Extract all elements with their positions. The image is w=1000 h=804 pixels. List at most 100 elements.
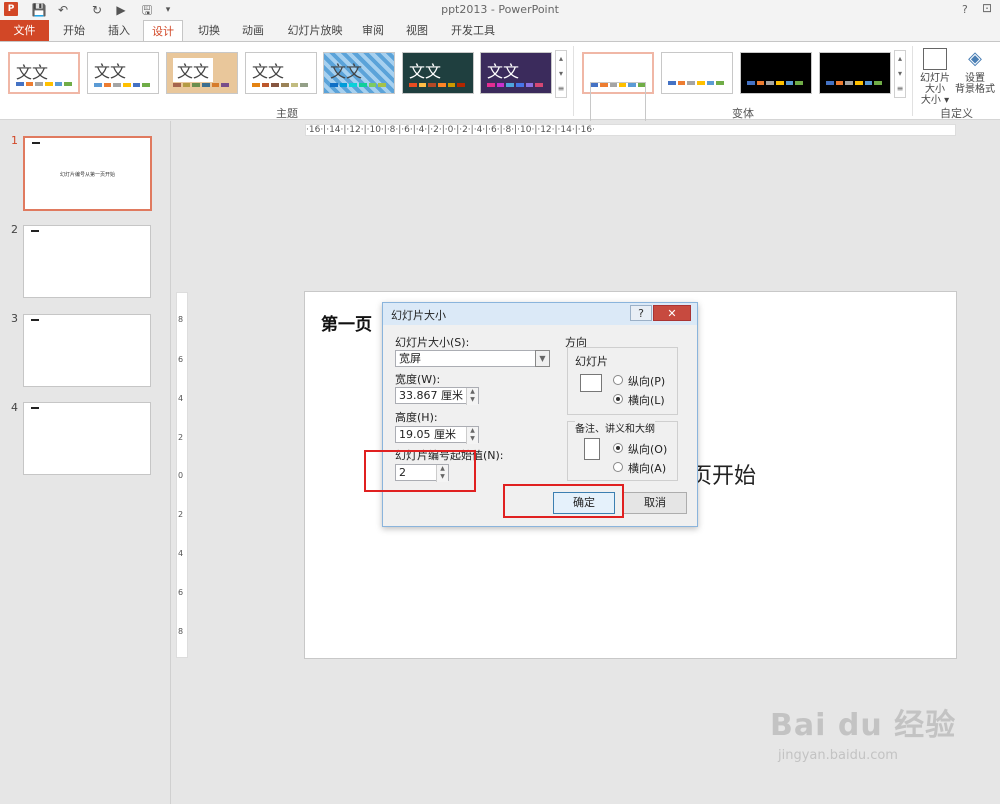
ruler-tick: 2: [178, 433, 184, 442]
slide-number: 1: [11, 134, 18, 147]
vertical-ruler: 8 6 4 2 0 2 4 6 8: [176, 292, 188, 658]
portrait-page-icon: [584, 438, 600, 460]
ribbon: 文文 文文 文文 文文 文文 文文 文文 ▴ ▾ ≡ 主题 ▴ ▾ ≡ 变体 幻…: [0, 41, 1000, 124]
landscape-page-icon: [580, 374, 602, 392]
tab-home[interactable]: 开始: [55, 20, 93, 41]
landscape-label: 横向(L): [628, 394, 665, 407]
slide-size-icon: [923, 48, 947, 70]
size-label: 幻灯片大小(S):: [395, 336, 470, 349]
ruler-tick: 2: [178, 510, 184, 519]
slide-title[interactable]: 第一页: [321, 310, 372, 335]
slide-number: 2: [11, 223, 18, 236]
ribbon-options-icon[interactable]: ⊡: [982, 1, 992, 15]
variant-4[interactable]: [819, 52, 891, 94]
watermark-brand: Bai du 经验: [770, 708, 957, 743]
ruler-tick: 6: [178, 588, 184, 597]
notes-portrait-label: 纵向(O): [628, 443, 668, 456]
variant-1[interactable]: [582, 52, 654, 124]
ruler-tick: 8: [178, 627, 184, 636]
dialog-help-button[interactable]: ?: [630, 305, 652, 321]
slide-size-button[interactable]: 幻灯片大小 大小 ▾: [918, 46, 952, 106]
format-background-button[interactable]: ◈ 设置 背景格式: [953, 46, 997, 102]
format-background-label: 设置: [965, 73, 985, 84]
tab-review[interactable]: 审阅: [356, 20, 390, 41]
theme-4[interactable]: 文文: [245, 52, 317, 94]
help-button[interactable]: ?: [962, 3, 968, 16]
slide-number: 4: [11, 401, 18, 414]
notes-orientation-label: 备注、讲义和大纲: [575, 420, 655, 435]
width-field[interactable]: 33.867 厘米 ▲ ▼: [395, 387, 479, 405]
tab-view[interactable]: 视图: [400, 20, 434, 41]
slide-thumbnail-4[interactable]: [23, 402, 151, 475]
height-field[interactable]: 19.05 厘米 ▲ ▼: [395, 426, 479, 444]
ruler-tick: 0: [178, 471, 184, 480]
height-value: 19.05 厘米: [399, 428, 456, 441]
theme-label: 文文: [173, 58, 214, 82]
theme-label: 文文: [16, 63, 49, 82]
slide-size-select[interactable]: 宽屏 ▼: [395, 350, 550, 367]
slide-body-text[interactable]: 页开始: [690, 458, 756, 490]
customize-group-label: 自定义: [940, 107, 973, 120]
highlight-start-number: [364, 450, 476, 492]
dialog-title-bar[interactable]: 幻灯片大小 ? ✕: [383, 303, 697, 325]
theme-5[interactable]: 文文: [323, 52, 395, 94]
themes-group-label: 主题: [276, 107, 298, 120]
theme-gallery-scroll[interactable]: ▴ ▾ ≡: [555, 50, 567, 98]
tab-animations[interactable]: 动画: [234, 20, 272, 41]
theme-label: 文文: [252, 62, 285, 81]
horizontal-ruler: ·16·|·14·|·12·|·10·|·8·|·6·|·4·|·2·|·0·|…: [305, 124, 956, 136]
variants-group-label: 变体: [732, 107, 754, 120]
variant-gallery-scroll[interactable]: ▴ ▾ ≡: [894, 50, 906, 98]
theme-6[interactable]: 文文: [402, 52, 474, 94]
notes-landscape-label: 横向(A): [628, 462, 667, 475]
tab-file[interactable]: 文件: [0, 20, 49, 41]
watermark-url: jingyan.baidu.com: [778, 748, 898, 763]
theme-label: 文文: [487, 62, 520, 81]
width-value: 33.867 厘米: [399, 389, 463, 402]
notes-orientation-group: 备注、讲义和大纲 纵向(O) 横向(A): [567, 420, 678, 481]
slide-thumbnail-3[interactable]: [23, 314, 151, 387]
ruler-tick: 4: [178, 394, 184, 403]
theme-office[interactable]: 文文: [8, 52, 80, 94]
ruler-tick: 4: [178, 549, 184, 558]
slide-thumbnail-panel: 1 幻灯片编号从第一页开始 2 3 4: [0, 121, 171, 804]
slide-size-label: 幻灯片大小: [920, 73, 950, 95]
theme-7[interactable]: 文文: [480, 52, 552, 94]
tab-design[interactable]: 设计: [143, 20, 183, 42]
notes-portrait-radio[interactable]: [613, 443, 623, 453]
theme-2[interactable]: 文文: [87, 52, 159, 94]
theme-3[interactable]: 文文: [166, 52, 238, 94]
baidu-watermark: Bai du 经验 jingyan.baidu.com: [770, 700, 956, 763]
height-label: 高度(H):: [395, 411, 438, 424]
slides-orientation-group: 幻灯片 纵向(P) 横向(L): [567, 347, 678, 415]
format-background-label-2: 背景格式: [955, 84, 995, 95]
window-title: ppt2013 - PowerPoint: [441, 3, 559, 16]
slide-size-value: 宽屏: [399, 352, 421, 365]
notes-landscape-radio[interactable]: [613, 462, 623, 472]
highlight-ok-button: [503, 484, 624, 518]
tab-slideshow[interactable]: 幻灯片放映: [280, 20, 350, 41]
tab-transitions[interactable]: 切换: [190, 20, 228, 41]
cancel-button[interactable]: 取消: [623, 492, 687, 514]
tab-developer[interactable]: 开发工具: [444, 20, 502, 41]
dialog-close-button[interactable]: ✕: [653, 305, 691, 321]
title-bar: P 💾 ↶ ↻ ▶ 🖫 ▾ ppt2013 - PowerPoint ? ⊡: [0, 0, 1000, 20]
variant-2[interactable]: [661, 52, 733, 94]
portrait-radio[interactable]: [613, 375, 623, 385]
dialog-title: 幻灯片大小: [391, 309, 446, 322]
format-background-icon: ◈: [968, 48, 982, 69]
slide-number: 3: [11, 312, 18, 325]
thumbnail-text: 幻灯片编号从第一页开始: [59, 172, 115, 178]
slide-thumbnail-1[interactable]: 幻灯片编号从第一页开始: [23, 136, 152, 211]
slide-thumbnail-2[interactable]: [23, 225, 151, 298]
landscape-radio[interactable]: [613, 394, 623, 404]
ruler-ticks: ·16·|·14·|·12·|·10·|·8·|·6·|·4·|·2·|·0·|…: [306, 125, 595, 135]
theme-label: 文文: [94, 62, 127, 81]
chevron-down-icon[interactable]: ▼: [535, 350, 550, 367]
tab-insert[interactable]: 插入: [100, 20, 138, 41]
variant-3[interactable]: [740, 52, 812, 94]
slides-orientation-label: 幻灯片: [575, 353, 608, 369]
height-stepper[interactable]: ▲ ▼: [466, 427, 478, 444]
width-stepper[interactable]: ▲ ▼: [466, 388, 478, 405]
width-label: 宽度(W):: [395, 373, 441, 386]
